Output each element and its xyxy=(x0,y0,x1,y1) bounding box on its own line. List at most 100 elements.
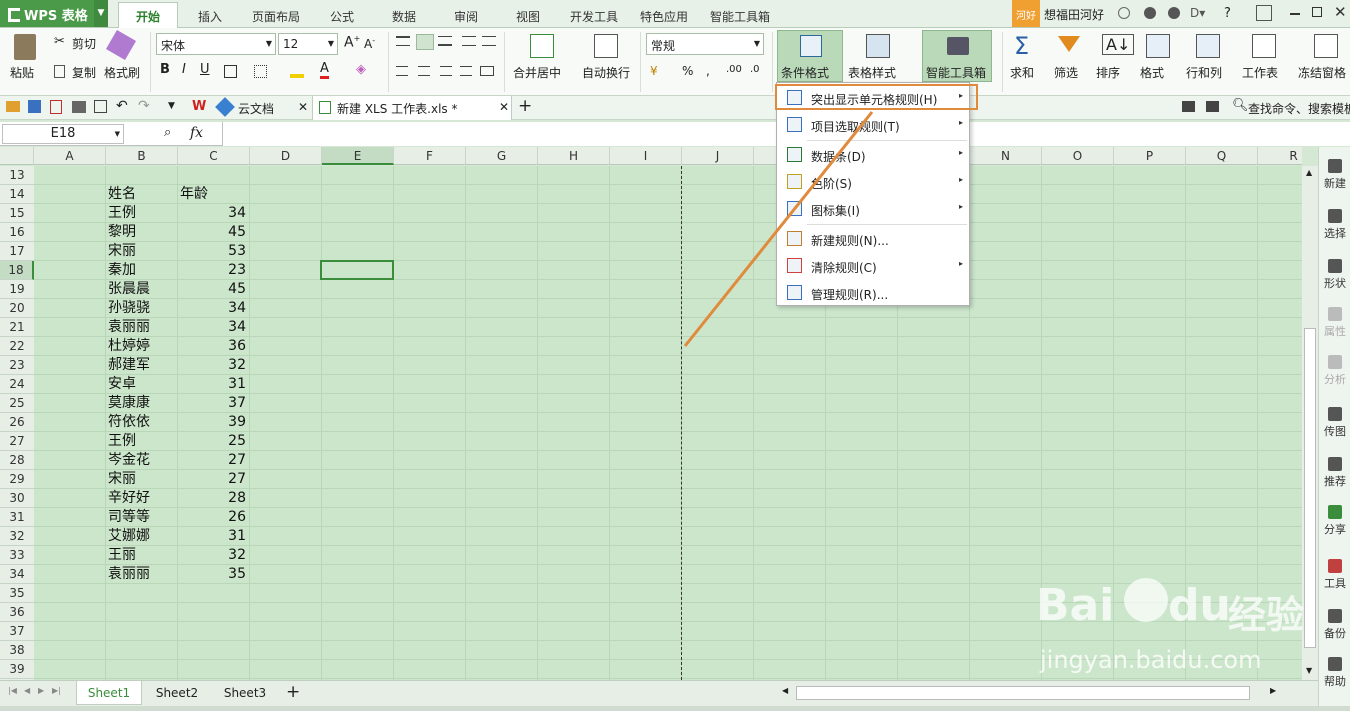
sheet-tab-3[interactable]: Sheet3 xyxy=(212,681,278,705)
table-cell[interactable]: 25 xyxy=(178,432,250,451)
table-cell[interactable]: 宋丽 xyxy=(106,242,178,261)
row-header[interactable]: 17 xyxy=(0,242,34,261)
worksheet-button[interactable]: 工作表 xyxy=(1242,64,1278,81)
table-cell[interactable]: 孙骁骁 xyxy=(106,299,178,318)
sidebar-item[interactable]: 传图 xyxy=(1319,407,1350,439)
sheet-tab-1[interactable]: Sheet1 xyxy=(76,681,142,705)
table-cell[interactable]: 莫康康 xyxy=(106,394,178,413)
scroll-left-icon[interactable]: ◀ xyxy=(782,686,788,695)
indent-increase-icon[interactable] xyxy=(482,36,496,46)
screen-icon[interactable] xyxy=(1182,101,1195,112)
tab-insert[interactable]: 插入 xyxy=(198,8,222,25)
table-cell[interactable]: 王丽 xyxy=(106,546,178,565)
document-tab[interactable]: 新建 XLS 工作表.xls * ✕ xyxy=(312,96,512,120)
row-header[interactable]: 26 xyxy=(0,413,34,432)
scroll-right-icon[interactable]: ▶ xyxy=(1270,686,1276,695)
row-header[interactable]: 25 xyxy=(0,394,34,413)
row-header[interactable]: 18 xyxy=(0,261,34,280)
row-header[interactable]: 15 xyxy=(0,204,34,223)
vertical-scrollbar[interactable]: ▲ ▼ xyxy=(1302,166,1318,680)
cond-format-label[interactable]: 条件格式 xyxy=(781,64,829,81)
column-header[interactable]: E xyxy=(322,147,394,165)
indent-decrease-icon[interactable] xyxy=(462,36,476,46)
column-header[interactable]: I xyxy=(610,147,682,165)
name-box[interactable]: E18 ▼ xyxy=(2,124,124,144)
sidebar-item[interactable]: 工具 xyxy=(1319,559,1350,591)
undo-icon[interactable]: ↶ xyxy=(116,98,128,114)
row-header[interactable]: 24 xyxy=(0,375,34,394)
menu-item[interactable]: 突出显示单元格规则(H) ▸ xyxy=(777,85,969,111)
distribute-icon[interactable] xyxy=(480,66,494,76)
table-cell[interactable]: 年龄 xyxy=(178,185,250,204)
table-cell[interactable]: 34 xyxy=(178,318,250,337)
sidebar-item[interactable]: 选择 xyxy=(1319,209,1350,241)
sidebar-item[interactable]: 形状 xyxy=(1319,259,1350,291)
align-center-icon[interactable] xyxy=(418,66,430,76)
menu-item[interactable]: 项目选取规则(T) ▸ xyxy=(777,112,969,138)
next-sheet-icon[interactable]: ▶ xyxy=(38,686,44,695)
fill-pattern-icon[interactable] xyxy=(254,65,267,78)
column-header[interactable]: O xyxy=(1042,147,1114,165)
tab-data[interactable]: 数据 xyxy=(392,8,416,25)
border-icon[interactable] xyxy=(224,65,237,78)
table-cell[interactable]: 26 xyxy=(178,508,250,527)
print-icon[interactable] xyxy=(72,101,86,113)
table-cell[interactable]: 53 xyxy=(178,242,250,261)
zoom-icon[interactable]: ⌕ xyxy=(164,125,171,140)
table-cell[interactable]: 45 xyxy=(178,280,250,299)
tab-page-layout[interactable]: 页面布局 xyxy=(252,8,300,25)
row-header[interactable]: 34 xyxy=(0,565,34,584)
column-header[interactable]: A xyxy=(34,147,106,165)
row-header[interactable]: 20 xyxy=(0,299,34,318)
justify-icon[interactable] xyxy=(460,66,472,76)
customize-icon[interactable]: ▼ xyxy=(168,101,175,111)
save-icon[interactable] xyxy=(28,100,41,113)
table-cell[interactable]: 32 xyxy=(178,356,250,375)
table-cell[interactable]: 31 xyxy=(178,527,250,546)
rows-cols-button[interactable]: 行和列 xyxy=(1186,64,1222,81)
row-header[interactable]: 14 xyxy=(0,185,34,204)
selected-cell[interactable] xyxy=(320,260,394,280)
menu-item[interactable]: 清除规则(C) ▸ xyxy=(777,253,969,279)
table-cell[interactable]: 35 xyxy=(178,565,250,584)
table-style-button[interactable]: 表格样式 xyxy=(848,64,896,81)
thousands-icon[interactable]: , xyxy=(706,64,710,78)
table-cell[interactable]: 王例 xyxy=(106,204,178,223)
table-cell[interactable]: 袁丽丽 xyxy=(106,318,178,337)
cut-button[interactable]: 剪切 xyxy=(72,35,96,52)
table-cell[interactable]: 艾娜娜 xyxy=(106,527,178,546)
tab-special[interactable]: 特色应用 xyxy=(640,8,688,25)
table-cell[interactable]: 31 xyxy=(178,375,250,394)
column-header[interactable]: N xyxy=(970,147,1042,165)
first-sheet-icon[interactable]: |◀ xyxy=(8,686,17,695)
row-header[interactable]: 33 xyxy=(0,546,34,565)
row-header[interactable]: 23 xyxy=(0,356,34,375)
paste-button[interactable]: 粘贴 xyxy=(10,64,34,81)
wrap-text-button[interactable]: 自动换行 xyxy=(582,64,630,81)
maximize-icon[interactable] xyxy=(1312,7,1322,17)
row-header[interactable]: 31 xyxy=(0,508,34,527)
column-header[interactable]: F xyxy=(394,147,466,165)
row-header[interactable]: 28 xyxy=(0,451,34,470)
row-header[interactable]: 13 xyxy=(0,166,34,185)
add-sheet-icon[interactable]: + xyxy=(286,682,300,702)
percent-icon[interactable]: % xyxy=(682,64,693,78)
scroll-up-icon[interactable]: ▲ xyxy=(1306,168,1312,177)
print-preview-icon[interactable] xyxy=(94,100,107,113)
table-cell[interactable]: 45 xyxy=(178,223,250,242)
sidebar-item[interactable]: 新建 xyxy=(1319,159,1350,191)
underline-icon[interactable]: U xyxy=(200,62,210,77)
table-cell[interactable]: 辛好好 xyxy=(106,489,178,508)
column-header[interactable]: G xyxy=(466,147,538,165)
align-right-icon[interactable] xyxy=(440,66,452,76)
menu-item[interactable]: 图标集(I) ▸ xyxy=(777,196,969,222)
skin-icon[interactable] xyxy=(1144,7,1156,19)
column-header[interactable]: J xyxy=(682,147,754,165)
last-sheet-icon[interactable]: ▶| xyxy=(52,686,61,695)
align-top-icon[interactable] xyxy=(396,36,410,46)
app-menu-button[interactable]: WPS 表格 ▼ xyxy=(0,0,108,27)
close-tab-icon[interactable]: ✕ xyxy=(298,100,308,114)
sum-button[interactable]: 求和 xyxy=(1010,64,1034,81)
minimize-icon[interactable] xyxy=(1290,13,1300,15)
table-cell[interactable]: 袁丽丽 xyxy=(106,565,178,584)
